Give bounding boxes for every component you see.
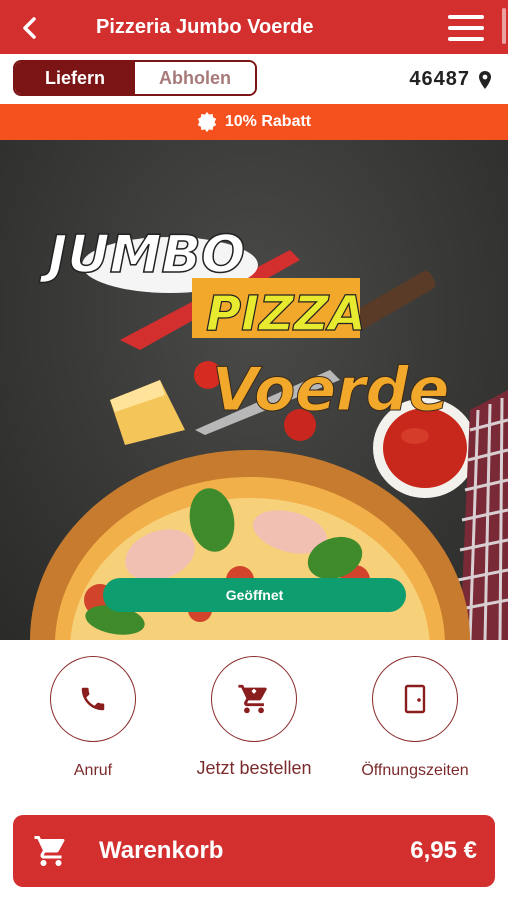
cart-button[interactable]: Warenkorb 6,95 € xyxy=(13,815,495,887)
tab-pickup[interactable]: Abholen xyxy=(135,62,255,94)
quick-actions: Anruf Jetzt bestellen Öffnungszeiten xyxy=(0,640,508,800)
tab-delivery[interactable]: Liefern xyxy=(15,62,135,94)
order-mode-toggle: Liefern Abholen xyxy=(13,60,257,96)
call-action[interactable]: Anruf xyxy=(18,656,168,780)
order-now-label: Jetzt bestellen xyxy=(196,758,312,778)
postal-code-selector[interactable]: 46487 xyxy=(409,68,492,91)
call-label: Anruf xyxy=(73,762,113,779)
cart-total: 6,95 € xyxy=(410,837,477,864)
logo-jumbo: JUMBO xyxy=(39,225,245,285)
hero-illustration: JUMBO PIZZA Voerde xyxy=(30,224,508,640)
logo-pizza: PIZZA xyxy=(206,286,366,342)
shopping-cart-icon xyxy=(34,836,65,866)
door-icon xyxy=(404,684,426,714)
map-pin-icon xyxy=(479,70,491,89)
discount-badge-icon xyxy=(197,112,217,132)
order-now-action[interactable]: Jetzt bestellen xyxy=(179,656,329,779)
phone-icon xyxy=(81,687,105,711)
postal-code: 46487 xyxy=(409,68,470,90)
cart-label: Warenkorb xyxy=(99,837,224,864)
discount-banner: 10% Rabatt xyxy=(0,104,508,140)
opening-hours-label: Öffnungszeiten xyxy=(361,762,469,779)
hero-image: JUMBO PIZZA Voerde xyxy=(0,140,508,640)
chevron-left-icon xyxy=(23,17,36,39)
opening-hours-button[interactable] xyxy=(372,656,458,742)
call-button[interactable] xyxy=(50,656,136,742)
shopping-cart-icon xyxy=(238,684,267,714)
app-header: Pizzeria Jumbo Voerde xyxy=(0,0,508,54)
discount-text: 10% Rabatt xyxy=(224,113,312,130)
order-mode-row: Liefern Abholen 46487 xyxy=(0,54,508,104)
opening-hours-action[interactable]: Öffnungszeiten xyxy=(340,656,490,780)
hamburger-menu-icon[interactable] xyxy=(448,15,484,41)
back-button[interactable] xyxy=(16,14,44,42)
status-open-button[interactable]: Geöffnet xyxy=(103,578,406,612)
page-title: Pizzeria Jumbo Voerde xyxy=(96,16,314,38)
scrollbar[interactable] xyxy=(502,8,506,44)
logo-voerde: Voerde xyxy=(212,355,449,425)
order-now-button[interactable] xyxy=(211,656,297,742)
